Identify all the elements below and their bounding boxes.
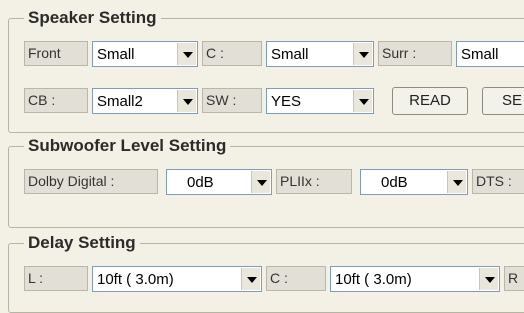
cb-select[interactable]: Small2 (92, 88, 198, 114)
chevron-down-icon[interactable] (251, 171, 270, 193)
chevron-down-icon[interactable] (479, 268, 498, 290)
dts-label: DTS : (472, 169, 524, 194)
sw-label: SW : (202, 88, 262, 113)
pliix-select[interactable]: 0dB (360, 169, 468, 195)
front-label: Front (24, 41, 88, 66)
center-select[interactable]: Small (266, 41, 374, 67)
delay-c-select-value: 10ft ( 3.0m) (335, 271, 412, 288)
delay-c-select[interactable]: 10ft ( 3.0m) (330, 266, 500, 292)
subwoofer-level-setting-title: Subwoofer Level Setting (24, 136, 231, 156)
chevron-down-icon[interactable] (241, 268, 260, 290)
chevron-down-icon[interactable] (353, 90, 372, 112)
chevron-down-icon[interactable] (353, 43, 372, 65)
dolby-digital-label: Dolby Digital : (24, 169, 158, 194)
dolby-digital-select[interactable]: 0dB (166, 169, 272, 195)
surround-label: Surr : (378, 41, 452, 66)
surround-select[interactable]: Small (456, 41, 524, 67)
sw-select[interactable]: YES (266, 88, 374, 114)
sw-select-value: YES (271, 93, 302, 110)
dolby-digital-select-value: 0dB (187, 174, 214, 191)
delay-l-select[interactable]: 10ft ( 3.0m) (92, 266, 262, 292)
se-button[interactable]: SE (482, 87, 524, 115)
read-button[interactable]: READ (392, 87, 468, 115)
delay-l-select-value: 10ft ( 3.0m) (97, 271, 174, 288)
delay-c-label: C : (266, 266, 326, 291)
front-select[interactable]: Small (92, 41, 198, 67)
cb-label: CB : (24, 88, 88, 113)
pliix-label: PLIIx : (276, 169, 352, 194)
surround-select-value: Small (461, 46, 499, 63)
delay-r-label: R (504, 266, 524, 291)
chevron-down-icon[interactable] (447, 171, 466, 193)
speaker-setting-frame (8, 18, 524, 133)
cb-select-value: Small2 (97, 93, 143, 110)
front-select-value: Small (97, 46, 135, 63)
center-select-value: Small (271, 46, 309, 63)
center-label: C : (202, 41, 262, 66)
chevron-down-icon[interactable] (177, 90, 196, 112)
pliix-select-value: 0dB (381, 174, 408, 191)
chevron-down-icon[interactable] (177, 43, 196, 65)
speaker-setting-title: Speaker Setting (24, 8, 161, 28)
delay-setting-title: Delay Setting (24, 233, 140, 253)
delay-l-label: L : (24, 266, 88, 291)
